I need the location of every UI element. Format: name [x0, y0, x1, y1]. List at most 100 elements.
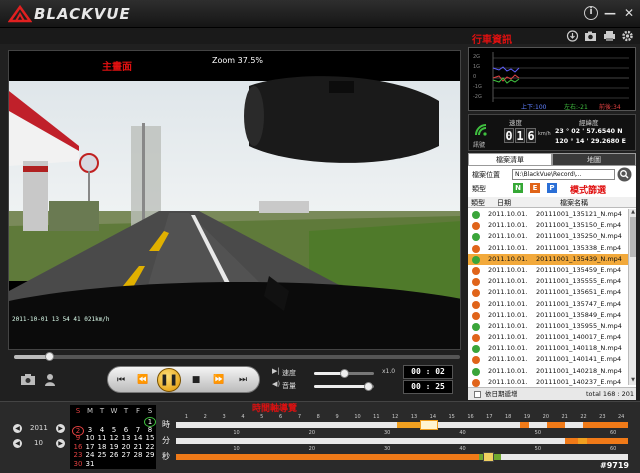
calendar-day[interactable]: 6	[120, 426, 132, 434]
gear-icon[interactable]	[621, 30, 634, 42]
recording-segment[interactable]	[587, 438, 628, 444]
seek-handle[interactable]	[45, 352, 55, 361]
sort-ascending-checkbox[interactable]	[474, 391, 481, 398]
calendar-day[interactable]: 3	[84, 426, 96, 434]
calendar-day[interactable]: 5	[108, 426, 120, 434]
calendar-day[interactable]: 20	[120, 443, 132, 451]
stop-icon[interactable]: ■	[189, 373, 203, 387]
volume-slider[interactable]	[314, 382, 374, 391]
column-type[interactable]: 類型	[471, 198, 485, 208]
file-row[interactable]: 2011.10.01. 20111001_140141_E.mp4	[468, 354, 628, 365]
rewind-icon[interactable]: ⏪	[136, 373, 150, 387]
prev-month-button[interactable]: ◀	[13, 439, 22, 448]
calendar-day[interactable]: 22	[144, 443, 156, 451]
file-row[interactable]: 2011.10.01. 20111001_135651_E.mp4	[468, 287, 628, 298]
filter-parking-button[interactable]: P	[547, 183, 557, 193]
calendar-day[interactable]: 16	[72, 443, 84, 451]
calendar-day[interactable]: 7	[132, 426, 144, 434]
next-year-button[interactable]: ▶	[56, 424, 65, 433]
camera-icon[interactable]	[584, 30, 597, 42]
second-selection-marker[interactable]	[483, 452, 495, 462]
calendar-day[interactable]: 13	[120, 434, 132, 442]
tab-file-list[interactable]: 檔案清單	[468, 153, 552, 166]
file-row[interactable]: 2011.10.01. 20111001_135555_E.mp4	[468, 276, 628, 287]
flip-video-icon[interactable]	[42, 372, 58, 387]
calendar-day[interactable]: 4	[96, 426, 108, 434]
calendar-day[interactable]: 19	[108, 443, 120, 451]
recording-segment[interactable]	[546, 422, 565, 428]
speed-slider[interactable]	[314, 369, 374, 378]
calendar-day[interactable]: 15	[144, 434, 156, 442]
skip-previous-icon[interactable]: ⏮	[114, 373, 128, 387]
tab-map[interactable]: 地圖	[552, 153, 636, 166]
print-icon[interactable]	[603, 30, 616, 42]
filter-event-button[interactable]: E	[530, 183, 540, 193]
volume-icon[interactable]: ◀)	[272, 380, 280, 388]
scroll-down-icon[interactable]: ▼	[630, 377, 636, 383]
scroll-thumb[interactable]	[630, 217, 636, 257]
file-row[interactable]: 2011.10.01. 20111001_135250_N.mp4	[468, 231, 628, 242]
file-row[interactable]: 2011.10.01. 20111001_135439_N.mp4	[468, 253, 628, 265]
search-icon[interactable]	[617, 167, 632, 182]
file-location-select[interactable]: N:\BlackVue\Record\...	[512, 169, 615, 180]
calendar-day[interactable]: 12	[108, 434, 120, 442]
file-row[interactable]: 2011.10.01. 20111001_135338_E.mp4	[468, 243, 628, 254]
hour-selection-marker[interactable]	[420, 420, 439, 430]
pause-button[interactable]: ❚❚	[157, 368, 181, 392]
calendar-day[interactable]: 14	[132, 434, 144, 442]
calendar-day[interactable]: 26	[108, 451, 120, 459]
screenshot-icon[interactable]	[20, 372, 36, 387]
file-row[interactable]: 2011.10.01. 20111001_135150_E.mp4	[468, 220, 628, 231]
column-date[interactable]: 日期	[497, 198, 511, 208]
scroll-up-icon[interactable]: ▲	[630, 209, 636, 215]
file-row[interactable]: 2011.10.01. 20111001_135459_E.mp4	[468, 265, 628, 276]
skip-next-icon[interactable]: ⏭	[236, 373, 250, 387]
volume-slider-handle[interactable]	[363, 382, 373, 391]
file-row[interactable]: 2011.10.01. 20111001_140118_N.mp4	[468, 343, 628, 354]
recording-segment[interactable]	[519, 422, 529, 428]
calendar-day[interactable]: 28	[132, 451, 144, 459]
calendar-day[interactable]: 30	[72, 460, 84, 468]
calendar-day[interactable]: 29	[144, 451, 156, 459]
calendar-day[interactable]: 11	[96, 434, 108, 442]
calendar-day[interactable]: 10	[84, 434, 96, 442]
fast-forward-icon[interactable]: ⏩	[212, 373, 226, 387]
calendar: S M T W T F S 1 2 3 4 5 6 7 8 9 10 11 12 13 14 15 16 17 18 19 20 21…	[70, 405, 156, 469]
calendar-day[interactable]: 24	[84, 451, 96, 459]
download-icon[interactable]	[566, 30, 579, 42]
column-filename[interactable]: 檔案名稱	[560, 198, 588, 208]
recording-segment[interactable]	[176, 454, 479, 460]
filter-normal-button[interactable]: N	[513, 183, 523, 193]
calendar-day[interactable]: 18	[96, 443, 108, 451]
calendar-day[interactable]: 25	[96, 451, 108, 459]
hour-timeline-bar[interactable]	[176, 420, 628, 430]
file-row[interactable]: 2011.10.01. 20111001_140218_N.mp4	[468, 366, 628, 377]
calendar-day[interactable]: 31	[84, 460, 96, 468]
close-button[interactable]: ✕	[622, 6, 636, 20]
file-list-scrollbar[interactable]: ▲ ▼	[628, 209, 636, 385]
calendar-day[interactable]: 8	[144, 426, 156, 434]
file-row[interactable]: 2011.10.01. 20111001_135955_N.mp4	[468, 321, 628, 332]
minimize-button[interactable]: —	[603, 6, 617, 20]
calendar-day[interactable]: 27	[120, 451, 132, 459]
prev-year-button[interactable]: ◀	[13, 424, 22, 433]
calendar-day[interactable]: 17	[84, 443, 96, 451]
calendar-day[interactable]: 23	[72, 451, 84, 459]
file-row[interactable]: 2011.10.01. 20111001_135121_N.mp4	[468, 209, 628, 220]
recording-segment[interactable]	[582, 422, 628, 428]
calendar-day[interactable]: 9	[72, 434, 84, 442]
file-row[interactable]: 2011.10.01. 20111001_135849_E.mp4	[468, 310, 628, 321]
second-timeline-bar[interactable]	[176, 452, 628, 462]
minute-timeline-bar[interactable]	[176, 438, 628, 444]
calendar-day[interactable]: 21	[132, 443, 144, 451]
file-row[interactable]: 2011.10.01. 20111001_135747_E.mp4	[468, 299, 628, 310]
speed-slider-handle[interactable]	[339, 369, 349, 378]
recording-segment[interactable]	[501, 454, 628, 460]
recording-segment[interactable]	[564, 438, 579, 444]
video-player[interactable]	[8, 50, 461, 350]
file-row[interactable]: 2011.10.01. 20111001_140017_E.mp4	[468, 332, 628, 343]
recording-segment[interactable]	[578, 438, 588, 444]
seek-bar[interactable]	[14, 352, 460, 361]
next-month-button[interactable]: ▶	[56, 439, 65, 448]
info-button[interactable]: i	[584, 6, 598, 20]
